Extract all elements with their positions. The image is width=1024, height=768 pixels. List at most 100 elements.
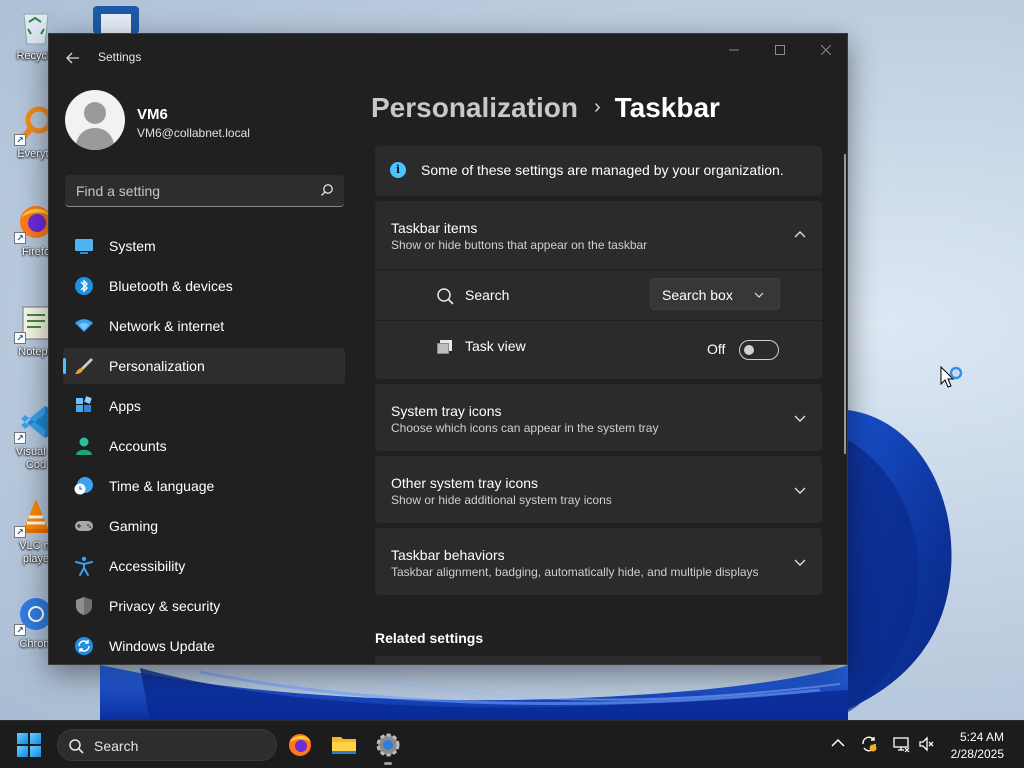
running-app-indicator: [384, 762, 392, 765]
windows-start-icon[interactable]: [16, 732, 42, 758]
maximize-icon: [775, 45, 785, 55]
volume-muted-icon[interactable]: [918, 735, 936, 753]
user-email: VM6@collabnet.local: [137, 126, 250, 140]
shortcut-arrow-icon: ↗: [14, 232, 26, 244]
avatar-head: [84, 102, 106, 124]
breadcrumb-parent[interactable]: Personalization: [371, 92, 578, 123]
bluetooth-icon: [75, 277, 93, 295]
sidebar-nav: System Bluetooth & devices Network & int…: [63, 228, 345, 664]
breadcrumb: Personalization › Taskbar: [371, 92, 720, 132]
sidebar-item-label: Accessibility: [109, 558, 186, 574]
toggle-knob: [744, 345, 754, 355]
back-arrow-icon: [66, 52, 79, 64]
task-view-toggle[interactable]: [739, 340, 779, 360]
file-explorer-icon: [332, 737, 356, 754]
find-setting-box[interactable]: [65, 175, 344, 207]
taskbar-search-label: Search: [94, 738, 139, 754]
expander-title: Taskbar behaviors: [391, 547, 505, 563]
dropdown-selected-value: Search box: [662, 287, 733, 303]
minimize-icon: [729, 49, 739, 51]
other-system-tray-icons-expander[interactable]: Other system tray icons Show or hide add…: [375, 456, 822, 523]
org-managed-text: Some of these settings are managed by yo…: [421, 162, 784, 178]
sidebar-item-windows-update[interactable]: Windows Update: [63, 628, 345, 664]
settings-gear-icon: [376, 733, 400, 757]
minimize-button[interactable]: [711, 34, 757, 66]
sidebar-item-label: Accounts: [109, 438, 167, 454]
firefox-icon: [289, 734, 311, 756]
taskbar-app-firefox[interactable]: [284, 729, 316, 761]
related-settings-card[interactable]: [375, 656, 822, 664]
expander-title: Taskbar items: [391, 220, 478, 236]
sidebar-item-label: Apps: [109, 398, 141, 414]
accounts-icon: [76, 437, 92, 455]
taskbar-items-expander[interactable]: Taskbar items Show or hide buttons that …: [375, 201, 822, 269]
chevron-down-icon: [754, 292, 764, 298]
windows-taskbar: Search 5:24 AM 2/28/2025: [0, 720, 1024, 768]
sidebar-item-label: Network & internet: [109, 318, 225, 334]
sync-icon[interactable]: [860, 735, 878, 753]
sidebar-item-privacy-security[interactable]: Privacy & security: [63, 588, 345, 624]
app-icon: [101, 14, 131, 34]
search-icon: [437, 288, 454, 305]
expander-description: Choose which icons can appear in the sys…: [391, 421, 659, 435]
update-icon: [75, 637, 93, 655]
system-tray-icons-expander[interactable]: System tray icons Choose which icons can…: [375, 384, 822, 451]
window-title: Settings: [98, 50, 142, 64]
sidebar-item-label: Gaming: [109, 518, 159, 534]
sidebar-item-system[interactable]: System: [63, 228, 345, 264]
taskbar-behaviors-expander[interactable]: Taskbar behaviors Taskbar alignment, bad…: [375, 528, 822, 595]
user-profile[interactable]: VM6 VM6@collabnet.local: [65, 90, 355, 152]
search-mode-dropdown[interactable]: Search box: [650, 278, 780, 310]
sidebar-item-label: System: [109, 238, 156, 254]
chevron-down-icon[interactable]: [794, 412, 806, 424]
sidebar-item-personalization[interactable]: Personalization: [63, 348, 345, 384]
sidebar-item-apps[interactable]: Apps: [63, 388, 345, 424]
avatar: [65, 90, 125, 150]
sidebar-item-accounts[interactable]: Accounts: [63, 428, 345, 464]
title-bar[interactable]: Settings: [49, 34, 847, 82]
search-icon[interactable]: [320, 183, 334, 197]
taskbar-search-row: Search Search box: [375, 270, 822, 320]
shortcut-arrow-icon: ↗: [14, 526, 26, 538]
apps-icon: [76, 396, 92, 412]
taskbar-app-settings[interactable]: [372, 729, 404, 761]
breadcrumb-chevron-icon: ›: [593, 96, 601, 118]
task-view-icon: [437, 340, 452, 354]
toggle-state-label: Off: [707, 341, 726, 357]
sidebar-item-time-language[interactable]: Time & language: [63, 468, 345, 504]
clock-time[interactable]: 5:24 AM: [948, 730, 1004, 744]
shortcut-arrow-icon: ↗: [14, 134, 26, 146]
network-icon[interactable]: [892, 735, 910, 753]
task-view-label: Task view: [465, 338, 526, 354]
clock-date[interactable]: 2/28/2025: [940, 747, 1004, 761]
maximize-button[interactable]: [757, 34, 803, 66]
close-icon: [821, 45, 831, 55]
desktop-icon-partial[interactable]: [93, 6, 139, 34]
shortcut-arrow-icon: ↗: [14, 332, 26, 344]
content-scrollbar[interactable]: [844, 154, 846, 454]
taskbar-search-box[interactable]: Search: [57, 729, 277, 761]
chevron-down-icon[interactable]: [794, 556, 806, 568]
sidebar-item-label: Windows Update: [109, 638, 215, 654]
time-language-icon: [74, 477, 93, 495]
sidebar-item-accessibility[interactable]: Accessibility: [63, 548, 345, 584]
desktop-icon-label: playe: [22, 553, 50, 565]
close-button[interactable]: [803, 34, 847, 66]
expander-title: System tray icons: [391, 403, 502, 419]
chevron-down-icon[interactable]: [794, 484, 806, 496]
org-managed-banner: i Some of these settings are managed by …: [375, 146, 822, 196]
chevron-up-icon[interactable]: [829, 735, 847, 753]
avatar-body: [76, 128, 114, 150]
sidebar-item-bluetooth[interactable]: Bluetooth & devices: [63, 268, 345, 304]
search-setting-label: Search: [465, 287, 510, 303]
network-icon: [75, 319, 93, 332]
busy-cursor-icon: [940, 366, 963, 388]
expander-description: Taskbar alignment, badging, automaticall…: [391, 565, 759, 579]
taskbar-app-file-explorer[interactable]: [328, 729, 360, 761]
back-button[interactable]: [61, 46, 85, 70]
find-setting-input[interactable]: [65, 175, 305, 206]
sidebar-item-gaming[interactable]: Gaming: [63, 508, 345, 544]
chevron-up-icon[interactable]: [794, 229, 806, 241]
sidebar-item-network[interactable]: Network & internet: [63, 308, 345, 344]
sidebar-item-label: Time & language: [109, 478, 215, 494]
